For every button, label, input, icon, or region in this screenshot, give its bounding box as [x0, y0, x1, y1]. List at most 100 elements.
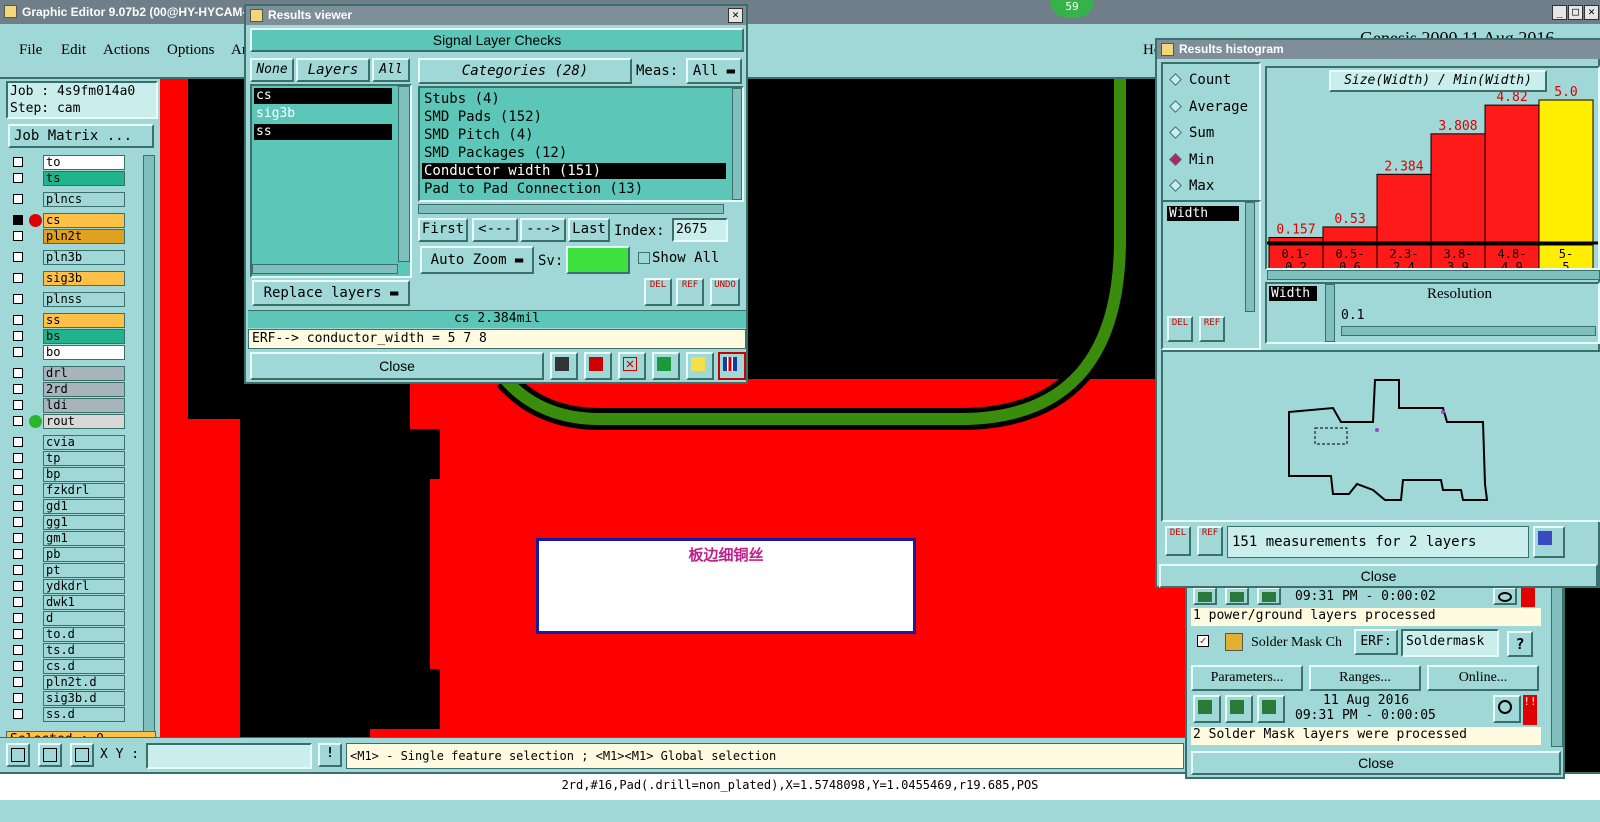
layer-checkbox[interactable] [13, 629, 23, 639]
results-viewer-titlebar[interactable]: Results viewer [246, 6, 746, 25]
menu-edit[interactable]: Edit [61, 42, 86, 59]
ref-icon[interactable]: REF [676, 278, 704, 306]
layer-row-plnss[interactable]: plnss [10, 292, 126, 307]
del-icon[interactable]: DEL [644, 278, 672, 306]
layer-row-ydkdrl[interactable]: ydkdrl [10, 579, 126, 594]
result-layer-cs[interactable]: cs [254, 88, 392, 104]
layer-row-sig3b[interactable]: sig3b [10, 271, 126, 286]
layer-row-gd1[interactable]: gd1 [10, 499, 126, 514]
layer-checkbox[interactable] [13, 173, 23, 183]
layer-checkbox[interactable] [13, 645, 23, 655]
layer-checkbox[interactable] [13, 677, 23, 687]
online-button[interactable]: Online... [1427, 665, 1539, 691]
xy-input[interactable] [146, 743, 312, 769]
category-item[interactable]: Pad to Pad Connection (13) [422, 181, 726, 197]
layer-checkbox[interactable] [13, 709, 23, 719]
ranges-button[interactable]: Ranges... [1309, 665, 1421, 691]
numbered-icon[interactable] [652, 352, 680, 380]
layer-row-drl[interactable]: drl [10, 366, 126, 381]
layer-checkbox[interactable] [13, 368, 23, 378]
category-item[interactable]: Stubs (4) [422, 91, 726, 107]
resolution-slider[interactable] [1341, 326, 1596, 336]
layer-row-to-d[interactable]: to.d [10, 627, 126, 642]
last-button[interactable]: Last [568, 218, 610, 242]
layer-checkbox[interactable] [13, 416, 23, 426]
layer-row-pln2t[interactable]: pln2t [10, 229, 126, 244]
hist-del-icon[interactable]: DEL [1167, 316, 1193, 342]
layer-row-rout[interactable]: rout [10, 414, 126, 429]
categories-button[interactable]: Categories (28) [418, 58, 632, 84]
preview-ref-icon[interactable]: REF [1197, 526, 1223, 556]
layer-checkbox[interactable] [13, 661, 23, 671]
all-button[interactable]: All [372, 58, 410, 82]
resolution-field-tag[interactable]: Width [1269, 286, 1317, 301]
layer-checkbox[interactable] [13, 347, 23, 357]
layer-row-d[interactable]: d [10, 611, 126, 626]
layer-scrollbar[interactable] [143, 155, 155, 795]
layer-checkbox[interactable] [13, 331, 23, 341]
feature-icon[interactable] [584, 352, 612, 380]
layer-row-pt[interactable]: pt [10, 563, 126, 578]
stat-option-sum[interactable]: Sum [1169, 125, 1259, 141]
auto-zoom-dropdown[interactable]: Auto Zoom ▬ [420, 246, 534, 274]
category-vscroll[interactable] [732, 88, 742, 200]
layer-row-pln2t-d[interactable]: pln2t.d [10, 675, 126, 690]
layer-row-ss-d[interactable]: ss.d [10, 707, 126, 722]
layer-row-cvia[interactable]: cvia [10, 435, 126, 450]
chart-hscroll[interactable] [1267, 270, 1600, 280]
alert-icon[interactable]: ! [318, 743, 342, 767]
layer-row-ts[interactable]: ts [10, 171, 126, 186]
prev-button[interactable]: <--- [472, 218, 518, 242]
sv-color-picker[interactable] [566, 246, 630, 274]
category-item[interactable]: Conductor width (151) [422, 163, 726, 179]
layer-row-tp[interactable]: tp [10, 451, 126, 466]
layer-row-2rd[interactable]: 2rd [10, 382, 126, 397]
histogram-bar[interactable] [1538, 99, 1594, 243]
erf-button[interactable]: ERF: [1354, 629, 1398, 655]
minimize-button[interactable]: _ [1552, 5, 1567, 20]
category-item[interactable]: SMD Pitch (4) [422, 127, 726, 143]
category-item[interactable]: SMD Packages (12) [422, 145, 726, 161]
layer-checkbox[interactable] [13, 231, 23, 241]
histogram-titlebar[interactable]: Results histogram [1157, 40, 1600, 59]
parameters-button[interactable]: Parameters... [1191, 665, 1303, 691]
histogram-bar[interactable] [1322, 226, 1378, 243]
histogram-bar[interactable] [1376, 173, 1432, 243]
stat-option-max[interactable]: Max [1169, 178, 1259, 194]
menu-options[interactable]: Options [167, 42, 215, 59]
zoom-icon-2[interactable] [1493, 695, 1521, 723]
undo-icon[interactable]: UNDO [710, 278, 740, 306]
none-button[interactable]: None [250, 58, 294, 82]
layer-checkbox[interactable] [13, 215, 23, 225]
show-all-checkbox[interactable] [638, 252, 650, 264]
layer-row-ts-d[interactable]: ts.d [10, 643, 126, 658]
layer-checkbox[interactable] [13, 157, 23, 167]
layer-checkbox[interactable] [13, 517, 23, 527]
layer-row-cs[interactable]: cs [10, 213, 126, 228]
step-icon-6[interactable] [1257, 695, 1285, 723]
layer-row-pln3b[interactable]: pln3b [10, 250, 126, 265]
layer-row-bo[interactable]: bo [10, 345, 126, 360]
layer-checkbox[interactable] [13, 613, 23, 623]
result-layer-ss[interactable]: ss [254, 124, 392, 140]
replace-layers-dropdown[interactable]: Replace layers ▬ [252, 280, 410, 306]
layers-icon[interactable] [550, 352, 578, 380]
checklist-scrollbar[interactable] [1551, 587, 1563, 747]
help-question-button[interactable]: ? [1507, 631, 1533, 657]
layer-checkbox[interactable] [13, 194, 23, 204]
layer-checkbox[interactable] [13, 597, 23, 607]
preview-del-icon[interactable]: DEL [1165, 526, 1191, 556]
layer-checkbox[interactable] [13, 294, 23, 304]
resolution-field-scroll[interactable] [1325, 284, 1335, 342]
histogram-mode-icon[interactable] [1533, 526, 1565, 558]
layer-row-plncs[interactable]: plncs [10, 192, 126, 207]
layer-checkbox[interactable] [13, 581, 23, 591]
next-button[interactable]: ---> [520, 218, 566, 242]
hist-ref-icon[interactable]: REF [1199, 316, 1225, 342]
menu-file[interactable]: File [19, 42, 42, 59]
category-item[interactable]: SMD Pads (152) [422, 109, 726, 125]
solder-check[interactable]: ✓ [1197, 635, 1209, 647]
layer-checkbox[interactable] [13, 533, 23, 543]
layer-checkbox[interactable] [13, 273, 23, 283]
layer-checkbox[interactable] [13, 469, 23, 479]
